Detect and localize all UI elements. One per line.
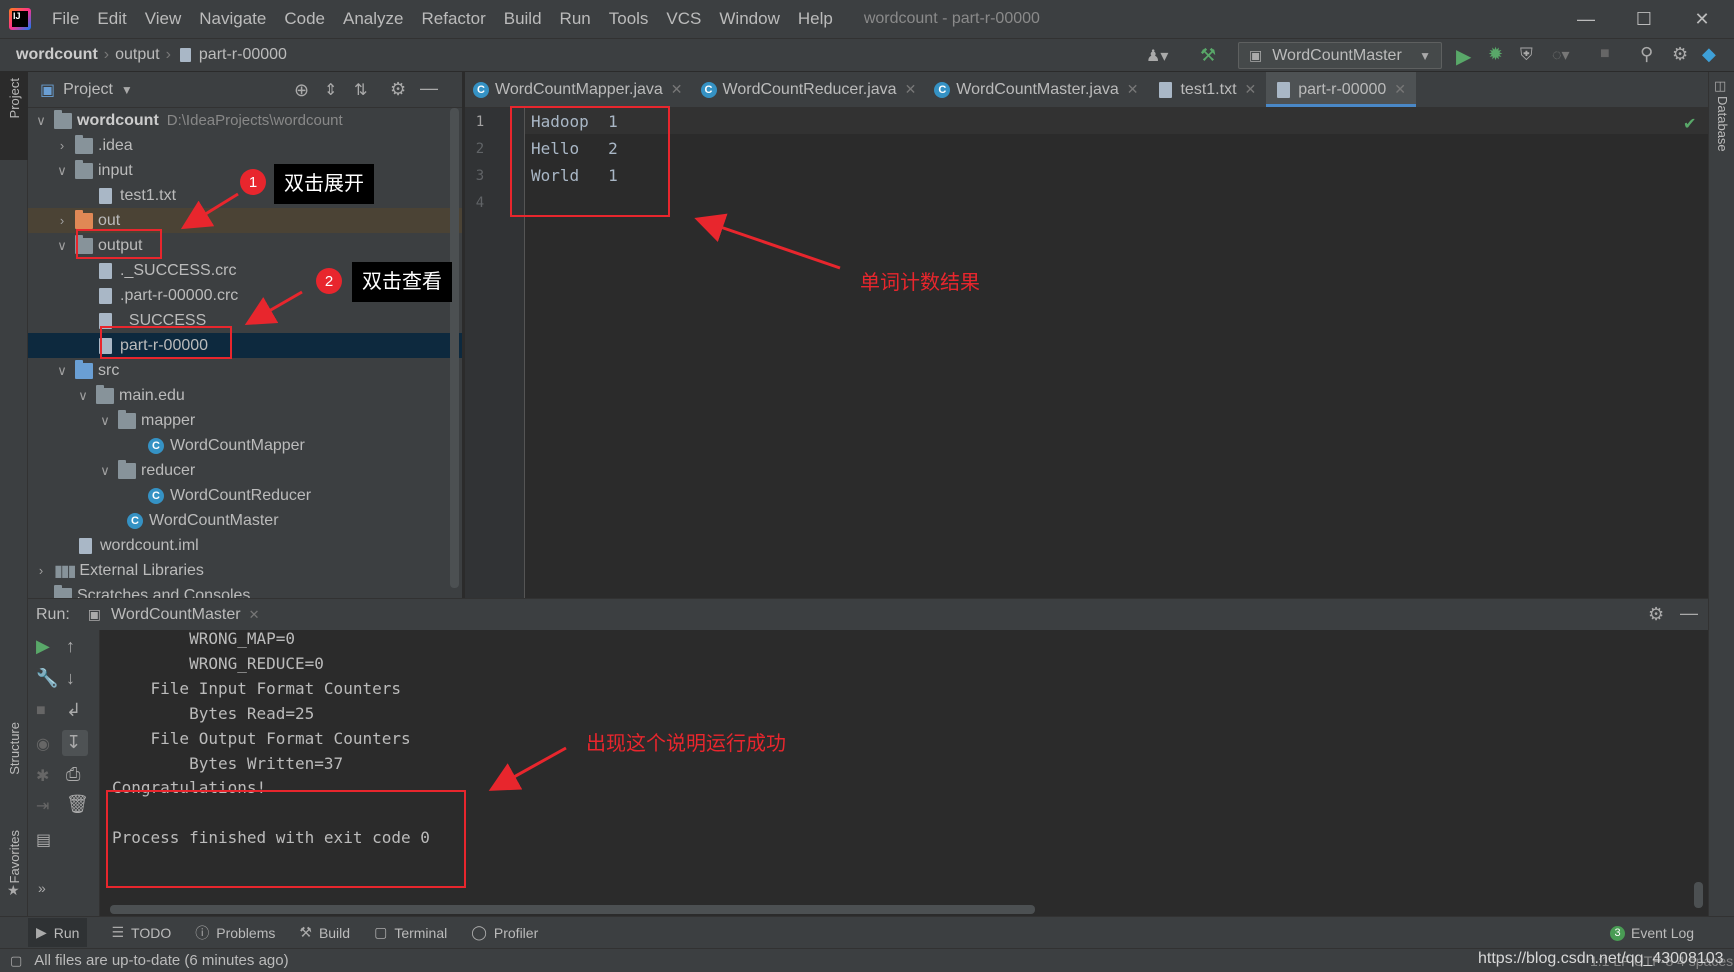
arrow-to-part-file	[244, 290, 303, 325]
arrow-to-output	[180, 192, 239, 230]
arrow-to-result	[694, 213, 841, 270]
arrow-to-success	[488, 746, 567, 791]
annotation-arrows	[180, 192, 841, 791]
